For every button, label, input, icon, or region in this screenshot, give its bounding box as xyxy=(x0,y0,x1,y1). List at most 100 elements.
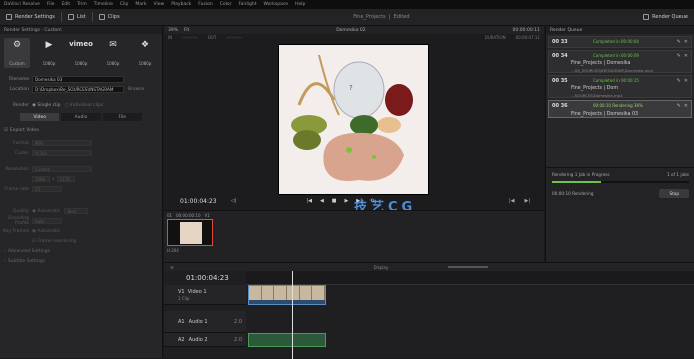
encoding-select[interactable]: Auto xyxy=(32,218,62,224)
viewer: 39% Fit Domesika 02 00:00:00:11 IN --:--… xyxy=(164,26,544,230)
list-button[interactable]: List xyxy=(62,9,92,26)
preset-sub: 1080p xyxy=(42,61,56,66)
menu-item[interactable]: Timeline xyxy=(94,2,113,7)
preset-youtube[interactable]: ▶ 1080p xyxy=(36,38,62,68)
playback-controls: |◀ ◀ ■ ▶ ▶| ⟲ xyxy=(306,198,374,204)
tab-audio[interactable]: Audio xyxy=(61,113,101,121)
subtitle-settings-toggle[interactable]: › Subtitle Settings xyxy=(0,256,162,266)
framerate-select[interactable]: 25 xyxy=(32,186,62,192)
render-settings-button[interactable]: Render Settings xyxy=(0,9,61,26)
clip-thumbnail[interactable] xyxy=(167,219,213,246)
track-name: Audio 2 xyxy=(188,336,208,343)
render-job[interactable]: 00 34 Completed in 00:00:09 ✎ ✕ Fine_Proj… xyxy=(548,50,692,73)
restrict-select[interactable]: Best xyxy=(64,208,89,214)
playhead[interactable] xyxy=(292,271,293,359)
menu-item[interactable]: File xyxy=(47,2,55,7)
stop-button[interactable]: Stop xyxy=(659,189,689,198)
close-icon[interactable]: ✕ xyxy=(684,103,688,109)
keyframes-radio[interactable]: ◉ Automatic xyxy=(32,229,60,234)
menu-item[interactable]: Clip xyxy=(120,2,129,7)
codec-label: Codec xyxy=(15,150,29,156)
menu-item[interactable]: View xyxy=(154,2,165,7)
step-back-icon[interactable]: ◀ xyxy=(320,198,324,204)
track-name: Video 1 xyxy=(187,288,207,295)
progress-text: 00:00:10 Rendering xyxy=(552,191,594,196)
skip-start-icon[interactable]: |◀ xyxy=(306,198,312,204)
height-input[interactable]: 1176 xyxy=(56,176,75,182)
prev-clip-icon[interactable]: |◀ xyxy=(509,198,515,204)
browse-button[interactable]: Browse xyxy=(128,87,144,92)
loop-icon[interactable]: ⟲ xyxy=(370,198,374,204)
job-file: ...SOURCES\Domesika.mp4 xyxy=(571,93,623,98)
frame-reordering-checkbox[interactable]: ☑ Frame reordering xyxy=(32,239,76,244)
volume-icon[interactable]: ◁) xyxy=(231,198,237,204)
preset-twitter[interactable]: ✉ 1080p xyxy=(100,38,126,68)
menu-item[interactable]: Mark xyxy=(135,2,146,7)
transport-bar: 01:00:04:23 ◁) |◀ ◀ ■ ▶ ▶| ⟲ |◀ ▶| xyxy=(164,192,544,210)
close-icon[interactable]: ✕ xyxy=(684,78,688,84)
settings-tabs: Video Audio File xyxy=(0,113,162,121)
quality-label: Quality xyxy=(12,208,29,214)
menu-item[interactable]: Fusion xyxy=(198,2,212,7)
menu-item[interactable]: Edit xyxy=(61,2,70,7)
rendering-label: Rendering 1 Job in Progress xyxy=(552,172,610,177)
edit-icon[interactable]: ✎ xyxy=(677,78,681,84)
in-timecode: --:--:--:-- xyxy=(182,35,198,40)
edit-icon[interactable]: ✎ xyxy=(677,53,681,59)
play-icon[interactable]: ▶ xyxy=(345,198,349,204)
individual-clips-radio[interactable]: ○ Individual clips xyxy=(64,103,103,108)
track-a1: A1 Audio 1 2.0 xyxy=(164,311,694,333)
close-icon[interactable]: ✕ xyxy=(684,39,688,45)
zoom-slider[interactable] xyxy=(448,266,489,268)
framerate-label: Frame rate xyxy=(4,186,29,192)
preset-custom[interactable]: ⚙ Custom xyxy=(4,38,30,68)
job-status: Completed in 00:00:04 xyxy=(593,39,639,44)
format-select[interactable]: MP4 xyxy=(32,140,92,146)
next-clip-icon[interactable]: ▶| xyxy=(524,198,530,204)
tab-file[interactable]: File xyxy=(102,113,142,121)
advanced-settings-toggle[interactable]: › Advanced Settings xyxy=(0,246,162,256)
render-job[interactable]: 00 33 Completed in 00:00:04 ✎ ✕ xyxy=(548,36,692,48)
viewer-title: Domesika 02 xyxy=(336,27,366,33)
preset-sub: 1080p xyxy=(74,61,88,66)
menu-item[interactable]: Color xyxy=(220,2,232,7)
codec-select[interactable]: H.264 xyxy=(32,150,92,156)
viewer-timecode: 00:00:00:11 xyxy=(512,27,540,33)
stop-icon[interactable]: ■ xyxy=(332,198,337,204)
menu-item[interactable]: Help xyxy=(295,2,305,7)
menu-item[interactable]: Fairlight xyxy=(238,2,256,7)
menu-item[interactable]: DaVinci Resolve xyxy=(4,2,40,7)
tab-video[interactable]: Video xyxy=(20,113,60,121)
video-clip[interactable] xyxy=(248,285,326,305)
preset-dropbox[interactable]: ❖ 1080p xyxy=(132,38,158,68)
width-input[interactable]: 1080 xyxy=(32,176,50,182)
render-job[interactable]: 00 35 Completed in 00:00:15 ✎ ✕ Fine_Proj… xyxy=(548,75,692,98)
preset-vimeo[interactable]: vimeo 1080p xyxy=(68,38,94,68)
filename-input[interactable]: Domesika 03 xyxy=(32,75,124,83)
quality-radio[interactable]: ◉ Automatic xyxy=(32,209,60,214)
audio-clip[interactable] xyxy=(248,333,326,347)
skip-end-icon[interactable]: ▶| xyxy=(356,198,362,204)
export-video-checkbox[interactable]: ☑ Export Video xyxy=(0,125,162,135)
single-clip-radio[interactable]: ◉ Single clip xyxy=(32,103,60,108)
timeline-ruler[interactable] xyxy=(246,271,694,285)
zoom-select[interactable]: 39% xyxy=(168,28,178,33)
job-status: Completed in 00:00:09 xyxy=(593,53,639,58)
render-queue-button[interactable]: Render Queue xyxy=(637,9,694,26)
resolution-select[interactable]: Custom xyxy=(32,166,92,172)
twitter-icon: ✉ xyxy=(109,40,117,50)
render-job-active[interactable]: 00 36 00:00:10 Rendering 36% ✎ ✕ Fine_Pro… xyxy=(548,100,692,118)
menu-item[interactable]: Workspace xyxy=(263,2,288,7)
clips-button[interactable]: Clips xyxy=(93,9,126,26)
job-name: Fine_Projects | Domesika xyxy=(571,61,631,66)
location-input[interactable]: D:\Dropbox\Be_SOURCES\INSTAGRAM xyxy=(32,85,124,93)
render-label: Render xyxy=(12,102,29,108)
timeline-options-icon[interactable]: ☰ xyxy=(170,265,174,270)
edit-icon[interactable]: ✎ xyxy=(677,39,681,45)
youtube-icon: ▶ xyxy=(45,40,53,50)
menu-item[interactable]: Playback xyxy=(171,2,191,7)
menu-item[interactable]: Trim xyxy=(77,2,87,7)
keyframes-label: Key Frames xyxy=(3,228,29,234)
close-icon[interactable]: ✕ xyxy=(684,53,688,59)
edit-icon[interactable]: ✎ xyxy=(677,103,681,109)
